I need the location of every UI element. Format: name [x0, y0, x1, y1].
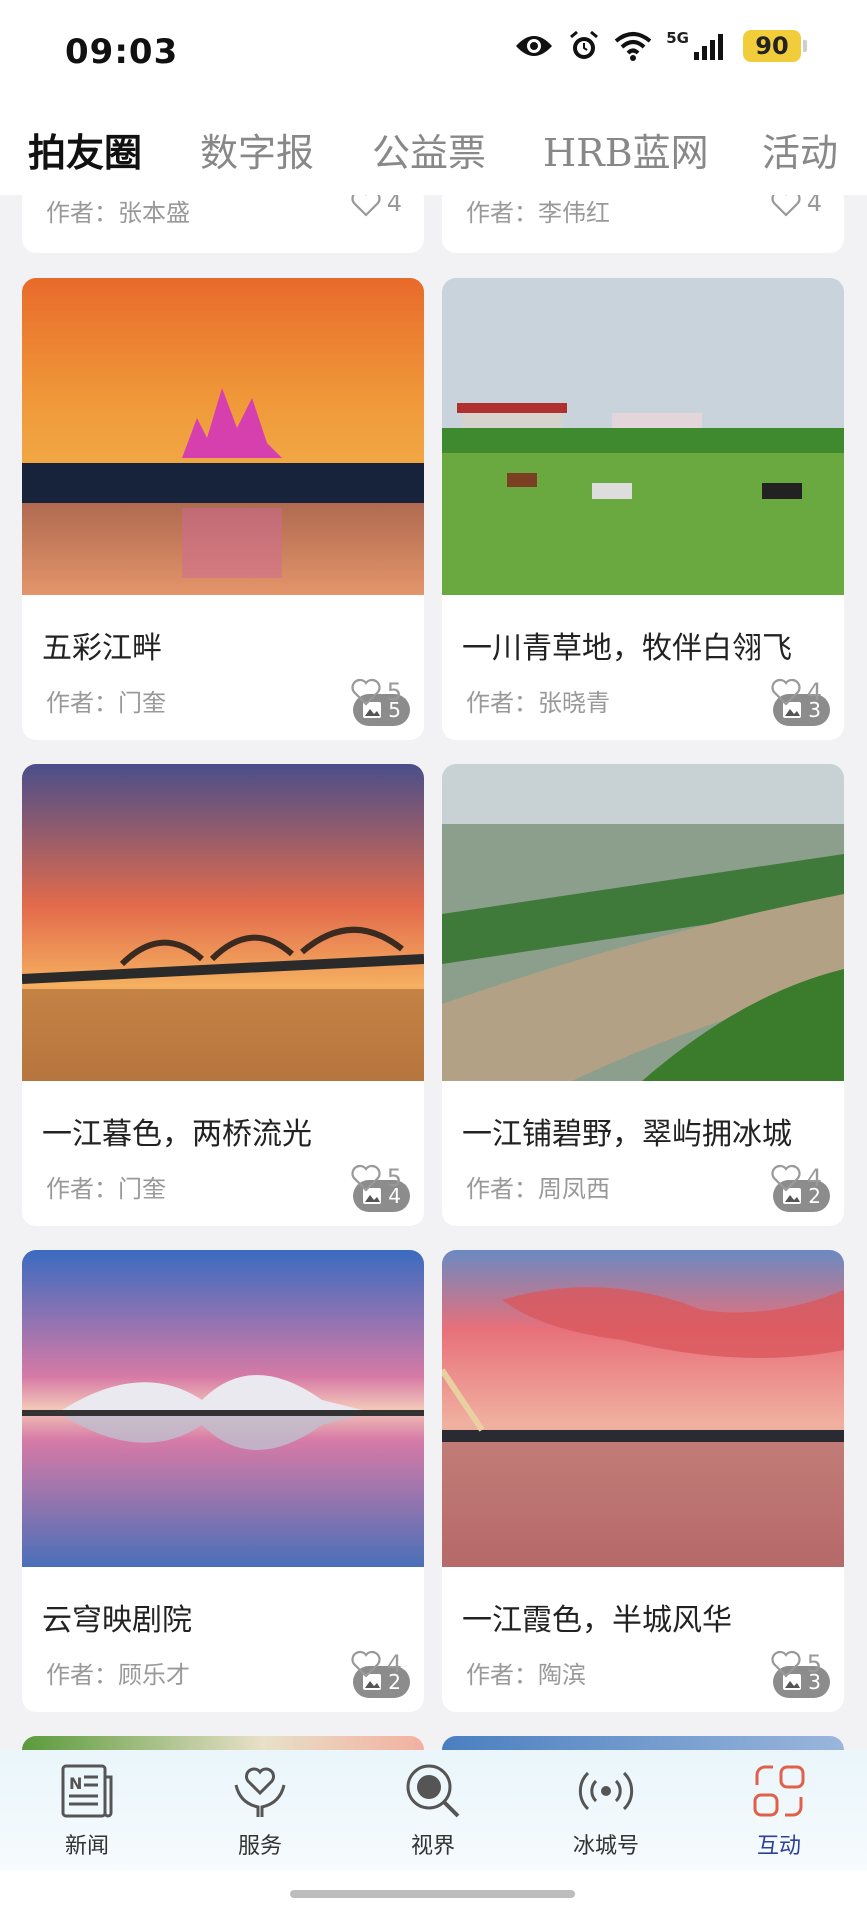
tab-paiyouquan[interactable]: 拍友圈: [28, 122, 142, 177]
photo-feed[interactable]: 作者：张本盛 4 作者：李伟红 4 冰城 5 五彩江畔 作者：门奎 5 3 一川…: [0, 195, 867, 1750]
post-card-partial[interactable]: [22, 1736, 424, 1750]
broadcast-icon: [546, 1760, 666, 1822]
battery-level: 90: [743, 30, 801, 62]
like-button[interactable]: 4: [351, 1650, 402, 1678]
post-card-partial[interactable]: [442, 1736, 844, 1750]
heart-icon: [351, 678, 381, 706]
like-button[interactable]: 5: [771, 1650, 822, 1678]
post-photo[interactable]: [22, 764, 424, 1081]
post-author: 作者：顾乐才: [46, 1661, 190, 1689]
post-photo[interactable]: [442, 764, 844, 1081]
post-photo[interactable]: [22, 1250, 424, 1567]
post-card[interactable]: 4 一江暮色，两桥流光 作者：门奎 5: [22, 764, 424, 1226]
bottom-nav-bar: N 新闻 服务 视界 冰城号 互动: [0, 1750, 867, 1870]
post-photo[interactable]: [22, 278, 424, 595]
heart-hands-icon: [200, 1760, 320, 1822]
tab-hrb-bluenet[interactable]: HRB蓝网: [543, 122, 709, 177]
wifi-icon: [614, 31, 652, 61]
post-card[interactable]: 3 一江霞色，半城风华 作者：陶滨 5: [442, 1250, 844, 1712]
nav-news[interactable]: N 新闻: [27, 1760, 147, 1860]
battery-indicator: 90: [743, 30, 807, 62]
heart-icon: [771, 195, 801, 217]
post-title: 一江暮色，两桥流光: [42, 1117, 312, 1152]
eye-icon: [514, 32, 554, 60]
post-card[interactable]: 冰城 5 五彩江畔 作者：门奎 5: [22, 278, 424, 740]
heart-icon: [771, 1164, 801, 1192]
signal-icon: [693, 32, 729, 60]
nav-bingcheng-hao[interactable]: 冰城号: [546, 1760, 666, 1860]
post-card[interactable]: 冰城 2 一江铺碧野，翠屿拥冰城 作者：周凤西 4: [442, 764, 844, 1226]
status-bar: 09:03 5G 90: [0, 0, 867, 100]
post-author: 作者：张晓青: [466, 689, 610, 717]
nav-label: 冰城号: [572, 1834, 639, 1859]
alarm-icon: [568, 30, 600, 62]
nav-services[interactable]: 服务: [200, 1760, 320, 1860]
post-title: 一川青草地，牧伴白翎飞: [462, 631, 792, 666]
like-count: 5: [386, 678, 402, 706]
nav-interact[interactable]: 互动: [719, 1760, 839, 1860]
tab-digital-paper[interactable]: 数字报: [200, 122, 314, 177]
nav-label: 服务: [237, 1834, 282, 1859]
post-card-partial[interactable]: 作者：李伟红 4: [442, 195, 844, 253]
status-time: 09:03: [65, 32, 179, 72]
heart-icon: [771, 678, 801, 706]
like-count: 4: [806, 678, 822, 706]
heart-icon: [771, 1650, 801, 1678]
heart-icon: [351, 195, 381, 217]
like-count: 4: [806, 195, 822, 217]
post-title: 云穹映剧院: [42, 1603, 192, 1638]
status-icons: 5G 90: [514, 30, 807, 62]
like-count: 4: [386, 1650, 402, 1678]
like-button[interactable]: 5: [351, 678, 402, 706]
like-count: 5: [806, 1650, 822, 1678]
like-button[interactable]: 4: [771, 195, 822, 217]
like-count: 4: [386, 195, 402, 217]
nav-label: 互动: [756, 1834, 801, 1859]
heart-icon: [351, 1164, 381, 1192]
network-type: 5G: [666, 28, 689, 47]
top-tab-bar: 拍友圈 数字报 公益票 HRB蓝网 活动: [0, 100, 867, 195]
like-button[interactable]: 4: [771, 1164, 822, 1192]
post-card-partial[interactable]: 作者：张本盛 4: [22, 195, 424, 253]
tab-charity-tickets[interactable]: 公益票: [372, 122, 486, 177]
svg-text:N: N: [69, 1774, 82, 1793]
like-button[interactable]: 4: [351, 195, 402, 217]
post-author: 作者：周凤西: [466, 1175, 610, 1203]
nav-label: 视界: [410, 1834, 455, 1859]
post-card[interactable]: 3 一川青草地，牧伴白翎飞 作者：张晓青 4: [442, 278, 844, 740]
post-card[interactable]: 冰城 2 云穹映剧院 作者：顾乐才 4: [22, 1250, 424, 1712]
interact-icon: [719, 1760, 839, 1822]
like-button[interactable]: 4: [771, 678, 822, 706]
newspaper-icon: N: [27, 1760, 147, 1822]
post-author: 作者：张本盛: [46, 199, 190, 227]
tab-activities[interactable]: 活动: [762, 122, 838, 177]
globe-search-icon: [373, 1760, 493, 1822]
heart-icon: [351, 1650, 381, 1678]
post-photo[interactable]: [442, 278, 844, 595]
post-photo[interactable]: [442, 1250, 844, 1567]
post-title: 一江铺碧野，翠屿拥冰城: [462, 1117, 792, 1152]
post-author: 作者：门奎: [46, 1175, 166, 1203]
nav-vision[interactable]: 视界: [373, 1760, 493, 1860]
post-author: 作者：陶滨: [466, 1661, 586, 1689]
like-button[interactable]: 5: [351, 1164, 402, 1192]
post-title: 一江霞色，半城风华: [462, 1603, 732, 1638]
post-author: 作者：门奎: [46, 689, 166, 717]
home-indicator[interactable]: [290, 1890, 575, 1898]
battery-tip: [803, 40, 807, 52]
post-title: 五彩江畔: [42, 631, 162, 666]
like-count: 4: [806, 1164, 822, 1192]
post-author: 作者：李伟红: [466, 199, 610, 227]
nav-label: 新闻: [64, 1834, 109, 1859]
like-count: 5: [386, 1164, 402, 1192]
